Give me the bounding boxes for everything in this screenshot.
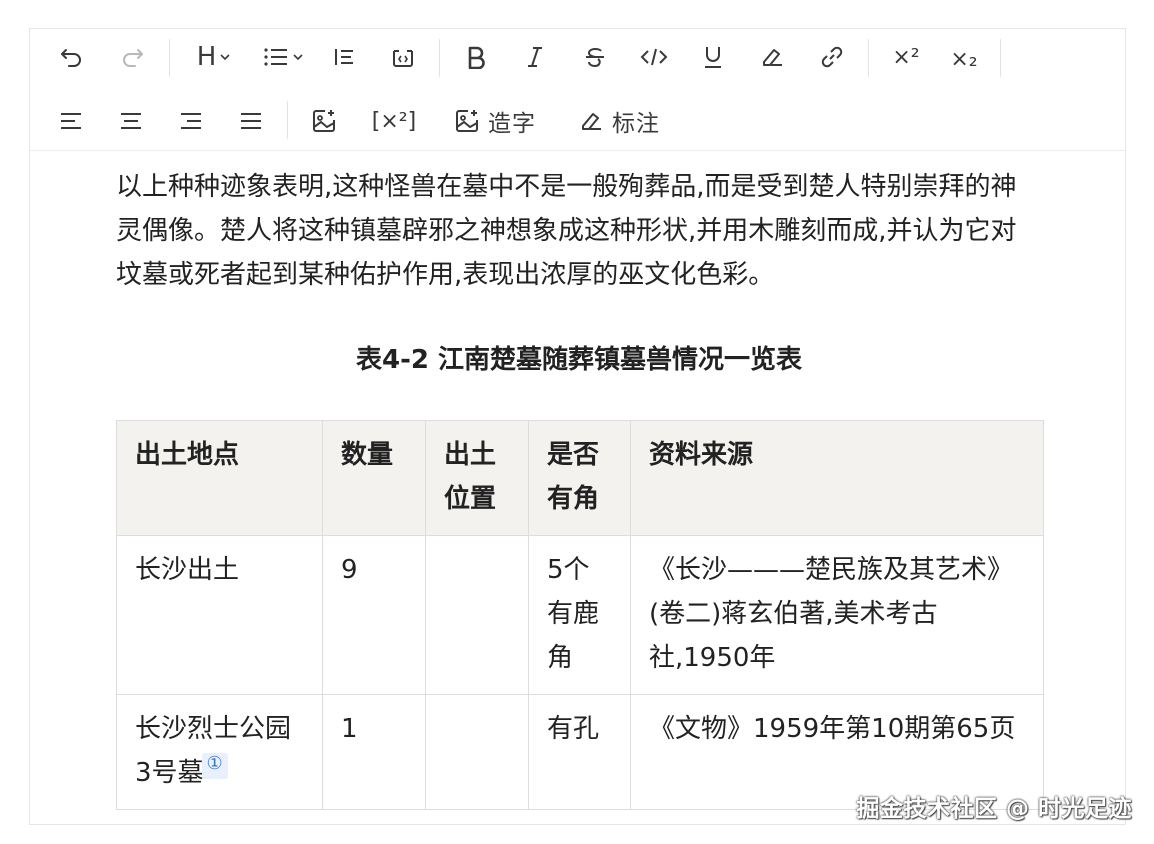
insert-image-button[interactable]: [309, 105, 339, 137]
table-cell[interactable]: 1: [322, 694, 426, 810]
table-header-row: 出土地点 数量 出土位置 是否有角 资料来源: [116, 420, 1044, 536]
undo-button[interactable]: [56, 41, 88, 73]
bullet-list-dropdown[interactable]: [260, 41, 306, 73]
ordered-list-icon: [335, 49, 353, 65]
table-cell[interactable]: [425, 694, 529, 810]
inline-code-icon: [640, 48, 668, 66]
header-quantity: 数量: [322, 420, 426, 536]
subscript-icon: ×₂: [950, 46, 978, 72]
undo-icon: [61, 49, 81, 67]
table-cell[interactable]: 长沙烈士公园3号墓 ①: [116, 694, 323, 810]
table-cell[interactable]: 长沙出土: [116, 535, 323, 695]
code-block-button[interactable]: [387, 41, 419, 73]
align-center-icon: [121, 113, 141, 129]
table-cell[interactable]: 《长沙———楚民族及其艺术》(卷二)蒋玄伯著,美术考古社,1950年: [630, 535, 1044, 695]
table-cell[interactable]: 有孔: [528, 694, 631, 810]
header-source: 资料来源: [630, 420, 1044, 536]
annotate-button[interactable]: 标注: [573, 105, 665, 137]
toolbar-divider: [439, 39, 440, 77]
bold-button[interactable]: [461, 41, 491, 73]
bold-icon: [468, 46, 485, 69]
editor-toolbar: H ×² ×₂ [×²] 造字 标注: [30, 29, 1125, 151]
heading-dropdown[interactable]: H: [192, 41, 236, 73]
chevron-down-icon: [293, 54, 303, 61]
superscript-icon: ×²: [892, 44, 920, 70]
chevron-down-icon: [220, 54, 230, 61]
bullet-list-icon: [264, 48, 287, 66]
pen-icon: [582, 113, 601, 130]
superscript-button[interactable]: ×²: [890, 41, 922, 73]
link-button[interactable]: [816, 41, 848, 73]
insert-formula-button[interactable]: [×²]: [366, 105, 422, 137]
redo-button[interactable]: [116, 41, 148, 73]
italic-icon: [528, 47, 542, 67]
align-center-button[interactable]: [116, 105, 146, 137]
header-has-horns: 是否有角: [528, 420, 631, 536]
strikethrough-icon: [586, 47, 604, 68]
redo-icon: [123, 49, 143, 67]
make-character-label: 造字: [488, 111, 536, 137]
align-left-button[interactable]: [56, 105, 86, 137]
table-title: 表4-2 江南楚墓随葬镇墓兽情况一览表: [355, 345, 803, 375]
toolbar-divider: [287, 101, 288, 139]
link-icon: [821, 46, 843, 68]
table-row: 长沙出土 9 5个有鹿角 《长沙———楚民族及其艺术》(卷二)蒋玄伯著,美术考古…: [116, 535, 1044, 695]
highlighter-icon: [763, 49, 782, 66]
image-plus-icon: [456, 110, 478, 132]
code-block-icon: [393, 50, 413, 67]
justify-icon: [241, 113, 261, 129]
image-plus-icon: [313, 110, 335, 132]
align-right-button[interactable]: [176, 105, 206, 137]
make-character-button[interactable]: 造字: [450, 105, 540, 137]
strikethrough-button[interactable]: [580, 41, 610, 73]
inline-code-button[interactable]: [637, 41, 671, 73]
data-table: 出土地点 数量 出土位置 是否有角 资料来源 长沙出土 9 5个有鹿角 《长沙—…: [116, 420, 1044, 810]
subscript-button[interactable]: ×₂: [948, 43, 980, 75]
header-position: 出土位置: [425, 420, 529, 536]
underline-icon: [705, 47, 721, 68]
table-cell[interactable]: 5个有鹿角: [528, 535, 631, 695]
table-cell[interactable]: 9: [322, 535, 426, 695]
rich-text-editor: H ×² ×₂ [×²] 造字 标注 以上种种迹象表明,这种怪兽在墓中不是一般殉…: [29, 28, 1126, 825]
heading-label: H: [196, 42, 217, 72]
footnote-marker[interactable]: ①: [201, 753, 228, 779]
align-left-icon: [61, 113, 81, 129]
toolbar-divider: [169, 39, 170, 77]
header-location: 出土地点: [116, 420, 323, 536]
justify-button[interactable]: [236, 105, 266, 137]
toolbar-divider: [1000, 39, 1001, 77]
table-cell[interactable]: [425, 535, 529, 695]
ordered-list-button[interactable]: [329, 41, 359, 73]
highlight-button[interactable]: [757, 41, 787, 73]
underline-button[interactable]: [698, 41, 728, 73]
align-right-icon: [181, 113, 201, 129]
annotate-label: 标注: [612, 111, 660, 137]
formula-label: [×²]: [371, 108, 417, 134]
italic-button[interactable]: [520, 41, 550, 73]
body-paragraph: 以上种种迹象表明,这种怪兽在墓中不是一般殉葬品,而是受到楚人特别崇拜的神灵偶像。…: [116, 172, 1017, 290]
watermark: 掘金技术社区 @ 时光足迹: [856, 796, 1132, 822]
toolbar-divider: [868, 39, 869, 77]
